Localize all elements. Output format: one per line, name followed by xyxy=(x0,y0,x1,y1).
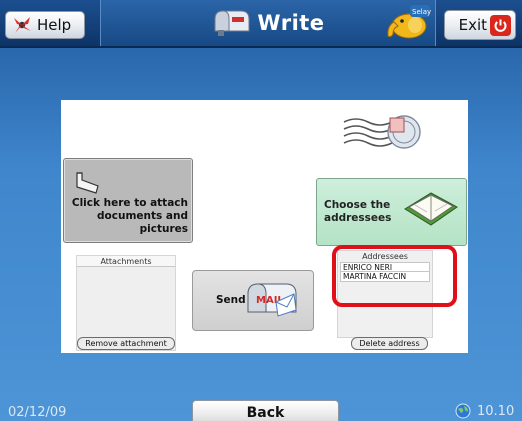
remove-attachment-button[interactable]: Remove attachment xyxy=(77,337,175,350)
exit-button[interactable]: Exit xyxy=(444,10,516,40)
top-bar: Help Write Selay Exit xyxy=(0,0,522,48)
attach-label-line2: documents and pictures xyxy=(97,210,188,235)
attach-label-line1: Click here to attach xyxy=(71,197,188,209)
send-label: Send xyxy=(216,294,246,306)
date-display: 02/12/09 xyxy=(8,405,67,420)
status-area: 10.10 xyxy=(455,403,514,419)
help-label: Help xyxy=(37,16,72,34)
address-book-icon xyxy=(404,192,458,226)
addressees-highlight-marker xyxy=(332,245,457,307)
attach-documents-button[interactable]: Click here to attach documents and pictu… xyxy=(63,158,193,243)
send-mailbox-icon: MAIL xyxy=(247,283,297,317)
elephant-logo-icon: Selay xyxy=(387,5,431,39)
mailbox-icon xyxy=(214,10,250,36)
paperclip-icon xyxy=(76,172,99,194)
globe-icon xyxy=(455,403,471,419)
choose-label-line2: addressees xyxy=(324,212,392,224)
attachments-header: Attachments xyxy=(77,256,175,267)
power-icon xyxy=(490,14,511,36)
choose-addressees-button[interactable]: Choose the addressees xyxy=(316,178,467,246)
choose-label: Choose the addressees xyxy=(324,199,391,225)
help-button[interactable]: Help xyxy=(5,11,85,39)
choose-label-line1: Choose the xyxy=(324,199,391,211)
brand-icon-text: Selay xyxy=(412,8,431,16)
attach-label: Click here to attach documents and pictu… xyxy=(64,197,188,236)
delete-address-button[interactable]: Delete address xyxy=(351,337,428,350)
help-icon xyxy=(14,17,31,33)
compose-panel: Click here to attach documents and pictu… xyxy=(61,100,468,353)
page-title: Write xyxy=(257,11,325,35)
version-label: 10.10 xyxy=(477,403,515,419)
send-button[interactable]: Send MAIL xyxy=(192,270,314,331)
exit-label: Exit xyxy=(458,16,487,34)
back-button[interactable]: Back xyxy=(192,400,339,421)
postmark-stamp-icon xyxy=(343,115,421,149)
